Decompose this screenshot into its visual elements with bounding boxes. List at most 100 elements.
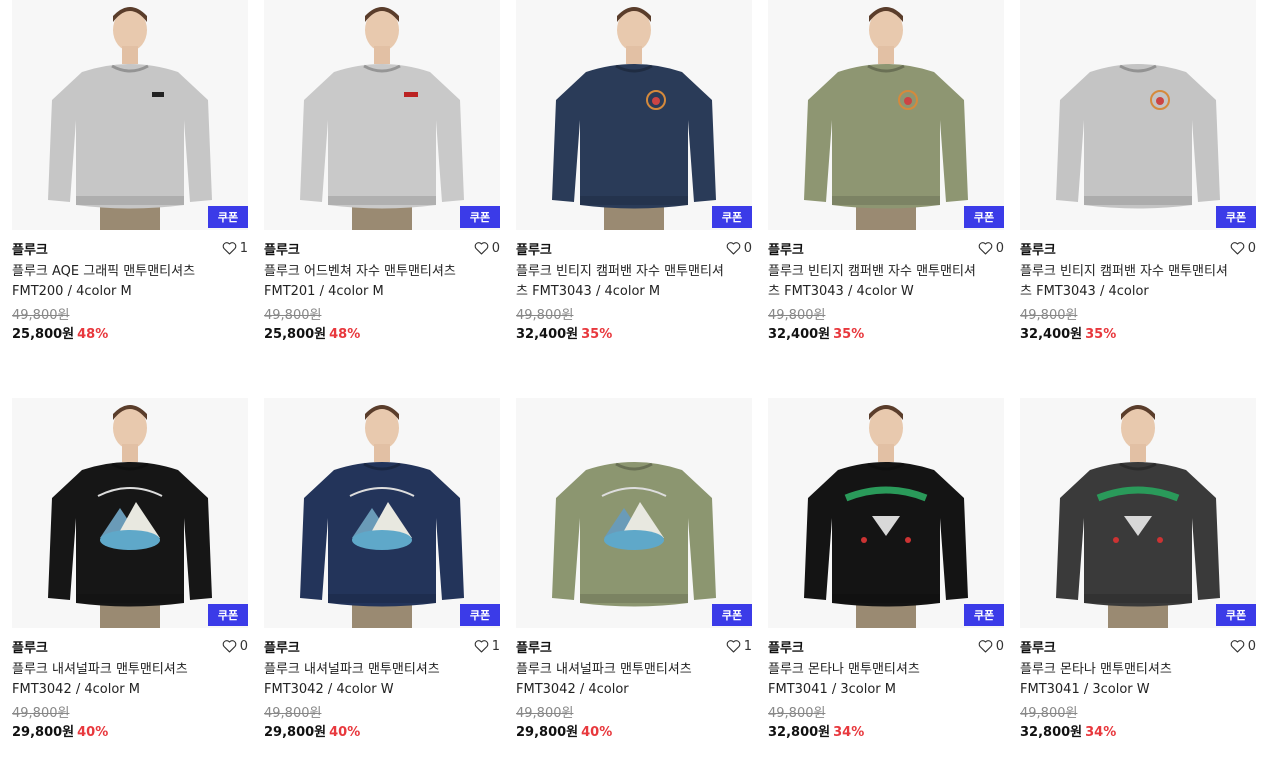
sweatshirt-illustration bbox=[552, 7, 716, 230]
heart-icon bbox=[726, 242, 741, 255]
like-button[interactable]: 0 bbox=[978, 639, 1004, 654]
brand-name[interactable]: 플루크 bbox=[516, 637, 552, 656]
product-image[interactable]: 쿠폰 bbox=[12, 398, 248, 628]
like-button[interactable]: 1 bbox=[726, 639, 752, 654]
sweatshirt-illustration bbox=[48, 7, 212, 230]
sweatshirt-illustration bbox=[300, 7, 464, 230]
original-price: 49,800원 bbox=[264, 706, 322, 721]
brand-name[interactable]: 플루크 bbox=[264, 239, 300, 258]
sale-price: 32,400원 bbox=[1020, 327, 1083, 342]
product-card[interactable]: 쿠폰 플루크 0 플루크 몬타나 맨투맨티셔츠 FMT3041 / 3color… bbox=[1020, 398, 1256, 743]
like-count: 0 bbox=[1247, 638, 1256, 654]
discount-rate: 40% bbox=[581, 725, 613, 740]
sweatshirt-illustration bbox=[48, 405, 212, 628]
product-card[interactable]: 쿠폰 플루크 1 플루크 내셔널파크 맨투맨티셔츠 FMT3042 / 4col… bbox=[264, 398, 500, 743]
coupon-badge[interactable]: 쿠폰 bbox=[712, 604, 752, 626]
coupon-badge[interactable]: 쿠폰 bbox=[712, 206, 752, 228]
product-card[interactable]: 쿠폰 플루크 0 플루크 어드벤쳐 자수 맨투맨티셔츠 FMT201 / 4co… bbox=[264, 0, 500, 345]
coupon-badge[interactable]: 쿠폰 bbox=[964, 604, 1004, 626]
brand-name[interactable]: 플루크 bbox=[516, 239, 552, 258]
coupon-badge[interactable]: 쿠폰 bbox=[460, 604, 500, 626]
like-button[interactable]: 1 bbox=[222, 241, 248, 256]
like-button[interactable]: 0 bbox=[474, 241, 500, 256]
product-name[interactable]: 플루크 AQE 그래픽 맨투맨티셔츠 FMT200 / 4color M bbox=[12, 262, 222, 302]
product-image[interactable]: 쿠폰 bbox=[768, 0, 1004, 230]
sweatshirt-illustration bbox=[552, 462, 716, 607]
product-name[interactable]: 플루크 빈티지 캠퍼밴 자수 맨투맨티셔츠 FMT3043 / 4color M bbox=[516, 262, 726, 302]
product-card[interactable]: 쿠폰 플루크 0 플루크 빈티지 캠퍼밴 자수 맨투맨티셔츠 FMT3043 /… bbox=[1020, 0, 1256, 345]
like-button[interactable]: 0 bbox=[1230, 241, 1256, 256]
coupon-badge[interactable]: 쿠폰 bbox=[460, 206, 500, 228]
discount-rate: 48% bbox=[77, 327, 109, 342]
product-card[interactable]: 쿠폰 플루크 1 플루크 AQE 그래픽 맨투맨티셔츠 FMT200 / 4co… bbox=[12, 0, 248, 345]
product-name[interactable]: 플루크 어드벤쳐 자수 맨투맨티셔츠 FMT201 / 4color M bbox=[264, 262, 474, 302]
product-name[interactable]: 플루크 내셔널파크 맨투맨티셔츠 FMT3042 / 4color bbox=[516, 660, 726, 700]
product-image[interactable]: 쿠폰 bbox=[12, 0, 248, 230]
coupon-badge[interactable]: 쿠폰 bbox=[208, 604, 248, 626]
product-name[interactable]: 플루크 몬타나 맨투맨티셔츠 FMT3041 / 3color M bbox=[768, 660, 978, 700]
product-name[interactable]: 플루크 내셔널파크 맨투맨티셔츠 FMT3042 / 4color W bbox=[264, 660, 474, 700]
like-button[interactable]: 0 bbox=[222, 639, 248, 654]
product-image[interactable]: 쿠폰 bbox=[516, 0, 752, 230]
original-price: 49,800원 bbox=[1020, 308, 1078, 323]
sale-price: 29,800원 bbox=[516, 725, 579, 740]
product-card[interactable]: 쿠폰 플루크 0 플루크 몬타나 맨투맨티셔츠 FMT3041 / 3color… bbox=[768, 398, 1004, 743]
original-price: 49,800원 bbox=[12, 706, 70, 721]
product-image[interactable]: 쿠폰 bbox=[768, 398, 1004, 628]
coupon-badge[interactable]: 쿠폰 bbox=[1216, 604, 1256, 626]
product-card[interactable]: 쿠폰 플루크 0 플루크 빈티지 캠퍼밴 자수 맨투맨티셔츠 FMT3043 /… bbox=[768, 0, 1004, 345]
product-name[interactable]: 플루크 빈티지 캠퍼밴 자수 맨투맨티셔츠 FMT3043 / 4color bbox=[1020, 262, 1230, 302]
brand-name[interactable]: 플루크 bbox=[768, 637, 804, 656]
sale-price: 32,400원 bbox=[768, 327, 831, 342]
brand-name[interactable]: 플루크 bbox=[12, 239, 48, 258]
product-image[interactable]: 쿠폰 bbox=[1020, 0, 1256, 230]
product-card[interactable]: 쿠폰 플루크 0 플루크 내셔널파크 맨투맨티셔츠 FMT3042 / 4col… bbox=[12, 398, 248, 743]
sweatshirt-illustration bbox=[300, 405, 464, 628]
coupon-badge[interactable]: 쿠폰 bbox=[208, 206, 248, 228]
coupon-badge[interactable]: 쿠폰 bbox=[1216, 206, 1256, 228]
product-image[interactable]: 쿠폰 bbox=[516, 398, 752, 628]
sale-price: 25,800원 bbox=[12, 327, 75, 342]
sweatshirt-illustration bbox=[804, 405, 968, 628]
original-price: 49,800원 bbox=[1020, 706, 1078, 721]
sale-price: 32,800원 bbox=[768, 725, 831, 740]
brand-name[interactable]: 플루크 bbox=[768, 239, 804, 258]
sweatshirt-illustration bbox=[1056, 64, 1220, 209]
product-name[interactable]: 플루크 내셔널파크 맨투맨티셔츠 FMT3042 / 4color M bbox=[12, 660, 222, 700]
sale-price: 29,800원 bbox=[12, 725, 75, 740]
like-count: 0 bbox=[995, 638, 1004, 654]
brand-name[interactable]: 플루크 bbox=[12, 637, 48, 656]
like-count: 0 bbox=[995, 240, 1004, 256]
like-count: 0 bbox=[743, 240, 752, 256]
discount-rate: 35% bbox=[1085, 327, 1117, 342]
heart-icon bbox=[222, 242, 237, 255]
product-name[interactable]: 플루크 빈티지 캠퍼밴 자수 맨투맨티셔츠 FMT3043 / 4color W bbox=[768, 262, 978, 302]
brand-name[interactable]: 플루크 bbox=[264, 637, 300, 656]
discount-rate: 40% bbox=[77, 725, 109, 740]
sweatshirt-illustration bbox=[804, 7, 968, 230]
product-card[interactable]: 쿠폰 플루크 0 플루크 빈티지 캠퍼밴 자수 맨투맨티셔츠 FMT3043 /… bbox=[516, 0, 752, 345]
product-image[interactable]: 쿠폰 bbox=[264, 398, 500, 628]
heart-icon bbox=[978, 640, 993, 653]
like-button[interactable]: 0 bbox=[1230, 639, 1256, 654]
product-card[interactable]: 쿠폰 플루크 1 플루크 내셔널파크 맨투맨티셔츠 FMT3042 / 4col… bbox=[516, 398, 752, 743]
heart-icon bbox=[222, 640, 237, 653]
product-grid: 쿠폰 플루크 1 플루크 AQE 그래픽 맨투맨티셔츠 FMT200 / 4co… bbox=[0, 0, 1270, 776]
like-button[interactable]: 1 bbox=[474, 639, 500, 654]
heart-icon bbox=[1230, 640, 1245, 653]
product-image[interactable]: 쿠폰 bbox=[1020, 398, 1256, 628]
product-name[interactable]: 플루크 몬타나 맨투맨티셔츠 FMT3041 / 3color W bbox=[1020, 660, 1230, 700]
coupon-badge[interactable]: 쿠폰 bbox=[964, 206, 1004, 228]
sale-price: 25,800원 bbox=[264, 327, 327, 342]
like-button[interactable]: 0 bbox=[726, 241, 752, 256]
brand-name[interactable]: 플루크 bbox=[1020, 637, 1056, 656]
like-count: 1 bbox=[239, 240, 248, 256]
heart-icon bbox=[1230, 242, 1245, 255]
discount-rate: 34% bbox=[1085, 725, 1117, 740]
like-count: 1 bbox=[491, 638, 500, 654]
brand-name[interactable]: 플루크 bbox=[1020, 239, 1056, 258]
sweatshirt-illustration bbox=[1056, 405, 1220, 628]
product-image[interactable]: 쿠폰 bbox=[264, 0, 500, 230]
like-button[interactable]: 0 bbox=[978, 241, 1004, 256]
heart-icon bbox=[474, 640, 489, 653]
